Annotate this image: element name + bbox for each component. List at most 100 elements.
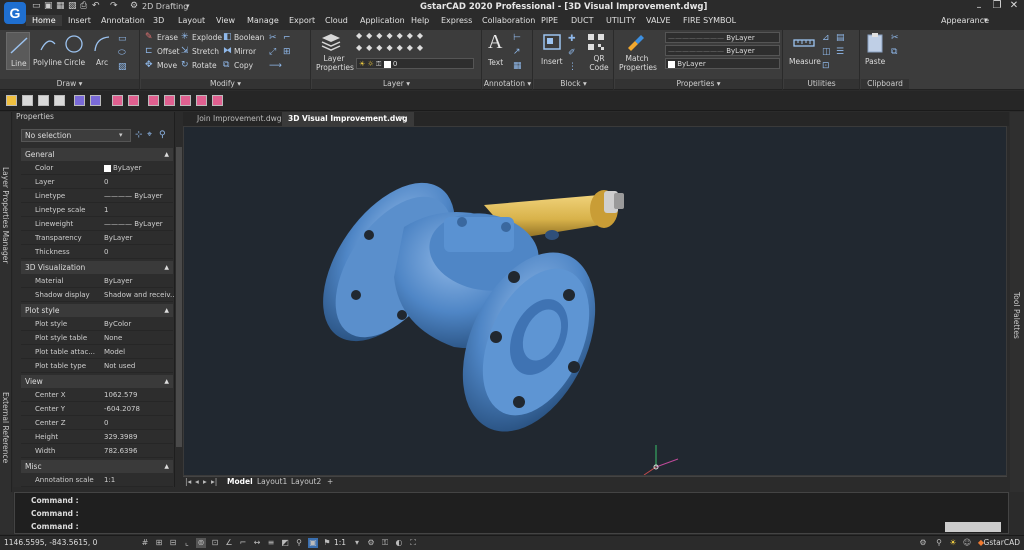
polar-icon[interactable]: ⊚ (196, 538, 206, 548)
property-value[interactable]: ByLayer (104, 232, 174, 245)
redo-icon[interactable]: ↷ (110, 1, 118, 11)
property-row[interactable]: Center Y -604.2078 (21, 403, 173, 416)
layer-tools-row2-icon[interactable]: ◆◆◆◆◆◆◆ (356, 43, 427, 52)
property-row[interactable]: Plot style table None (21, 332, 173, 345)
tab-pipe[interactable]: PIPE (541, 16, 558, 25)
layer-panel-title[interactable]: Layer ▾ (312, 79, 481, 89)
create-block-icon[interactable]: ✚ (568, 34, 576, 44)
tab-export[interactable]: Export (289, 16, 315, 25)
erase-button[interactable]: Erase (157, 33, 178, 42)
tab-express[interactable]: Express (441, 16, 472, 25)
tab-layout2[interactable]: Layout2 (291, 477, 321, 486)
layer-tools-row1-icon[interactable]: ◆◆◆◆◆◆◆ (356, 31, 427, 40)
collapse-icon[interactable]: ▲ (164, 148, 169, 161)
property-row[interactable]: Layer 0 (21, 176, 173, 189)
draw-panel-title[interactable]: Draw ▾ (0, 79, 139, 89)
tool-1-icon[interactable] (6, 95, 17, 106)
calc-icon[interactable]: ▤ (836, 33, 845, 43)
property-value[interactable]: Shadow and receiv... (104, 289, 174, 302)
clipboard-copy-icon[interactable]: ⧉ (891, 47, 897, 57)
user-icon[interactable]: ☺ (962, 538, 972, 548)
property-row[interactable]: Center X 1062.579 (21, 389, 173, 402)
new-icon[interactable]: ▭ (32, 1, 41, 11)
property-value[interactable]: Model (104, 346, 174, 359)
selection-dropdown[interactable]: No selection (21, 129, 131, 142)
tab-layout1[interactable]: Layout1 (257, 477, 287, 486)
workspace-select[interactable]: 2D Drafting (142, 2, 188, 11)
external-reference-tab[interactable]: External Reference (1, 392, 10, 463)
properties-scrollbar[interactable] (176, 147, 182, 447)
annotation-panel-title[interactable]: Annotation ▾ (483, 79, 532, 89)
explode-button[interactable]: Explode (192, 33, 222, 42)
tab-cloud[interactable]: Cloud (325, 16, 348, 25)
property-row[interactable]: Plot table attac... Model (21, 346, 173, 359)
ducs-icon[interactable]: ⌐ (238, 538, 248, 548)
property-value[interactable]: 782.6396 (104, 445, 174, 458)
tool-9-icon[interactable] (148, 95, 159, 106)
collapse-icon[interactable]: ▲ (164, 460, 169, 473)
tab-annotation[interactable]: Annotation (101, 16, 145, 25)
first-layout-icon[interactable]: |◂ (185, 477, 191, 486)
command-line[interactable]: Command : (31, 522, 79, 531)
property-row[interactable]: Width 782.6396 (21, 445, 173, 458)
tool-10-icon[interactable] (164, 95, 175, 106)
select-all-icon[interactable]: ⊡ (822, 61, 830, 71)
collapse-icon[interactable]: ▲ (164, 304, 169, 317)
property-row[interactable]: Lineweight ———— ByLayer (21, 218, 173, 231)
property-value[interactable]: 1 (104, 204, 174, 217)
tab-valve[interactable]: VALVE (646, 16, 671, 25)
scale-icon[interactable]: ⤢ (269, 47, 276, 57)
move-button[interactable]: Move (157, 61, 177, 70)
tool-6-icon[interactable] (90, 95, 101, 106)
tab-duct[interactable]: DUCT (571, 16, 594, 25)
property-row[interactable]: Plot table type Not used (21, 360, 173, 373)
table-icon[interactable]: ▦ (513, 61, 522, 71)
boolean-button[interactable]: Boolean (234, 33, 264, 42)
undo-icon[interactable]: ↶ (92, 1, 100, 11)
workspace-switch-icon[interactable]: ⚙ (366, 538, 376, 548)
section-plot[interactable]: Plot style ▲ (21, 304, 173, 317)
layer-manager-tab[interactable]: Layer Properties Manager (1, 167, 10, 263)
save-icon[interactable]: ▦ (56, 1, 65, 11)
property-row[interactable]: Linetype ———— ByLayer (21, 190, 173, 203)
next-layout-icon[interactable]: ▸ (203, 477, 207, 486)
select-objects-icon[interactable]: ⌖ (147, 130, 152, 140)
arc-label[interactable]: Arc (96, 58, 108, 67)
property-value[interactable]: None (104, 332, 174, 345)
tool-11-icon[interactable] (180, 95, 191, 106)
property-row[interactable]: Material ByLayer (21, 275, 173, 288)
property-row[interactable]: Height 329.3989 (21, 431, 173, 444)
property-value[interactable]: 0 (104, 417, 174, 430)
isolate-icon[interactable]: ◐ (394, 538, 404, 548)
tab-help[interactable]: Help (411, 16, 429, 25)
prev-layout-icon[interactable]: ◂ (195, 477, 199, 486)
property-value[interactable]: ByColor (104, 318, 174, 331)
tab-model[interactable]: Model (227, 477, 253, 486)
tool-8-icon[interactable] (128, 95, 139, 106)
stretch-button[interactable]: Stretch (192, 47, 219, 56)
trim-icon[interactable]: ✂ (269, 33, 277, 43)
doc-tab-join-improvement[interactable]: Join Improvement.dwg (191, 112, 288, 126)
utilities-panel-title[interactable]: Utilities (784, 79, 859, 89)
scale-chevron-icon[interactable]: ▾ (352, 538, 362, 548)
infer-icon[interactable]: ⊟ (168, 538, 178, 548)
measure-button[interactable]: Measure (789, 57, 821, 66)
extend-icon[interactable]: ⟶ (269, 61, 282, 71)
property-value[interactable]: -604.2078 (104, 403, 174, 416)
property-value[interactable]: ———— ByLayer (104, 218, 174, 231)
search-icon[interactable]: ⚲ (934, 538, 944, 548)
paste-button[interactable]: Paste (865, 57, 885, 66)
id-point-icon[interactable]: ◫ (822, 47, 831, 57)
collapse-icon[interactable]: ▲ (164, 261, 169, 274)
offset-button[interactable]: Offset (157, 47, 180, 56)
line-button[interactable]: Line (6, 32, 30, 70)
tool-5-icon[interactable] (74, 95, 85, 106)
close-icon[interactable]: ✕ (1005, 0, 1023, 13)
layer-select[interactable]: ☀ ☼ ⚿ 0 (356, 58, 474, 69)
lweight-icon[interactable]: ≡ (266, 538, 276, 548)
tool-4-icon[interactable] (54, 95, 65, 106)
property-value[interactable]: 0 (104, 246, 174, 259)
print-icon[interactable]: ⎙ (80, 1, 87, 11)
property-value[interactable]: 0 (104, 176, 174, 189)
section-general[interactable]: General ▲ (21, 148, 173, 161)
